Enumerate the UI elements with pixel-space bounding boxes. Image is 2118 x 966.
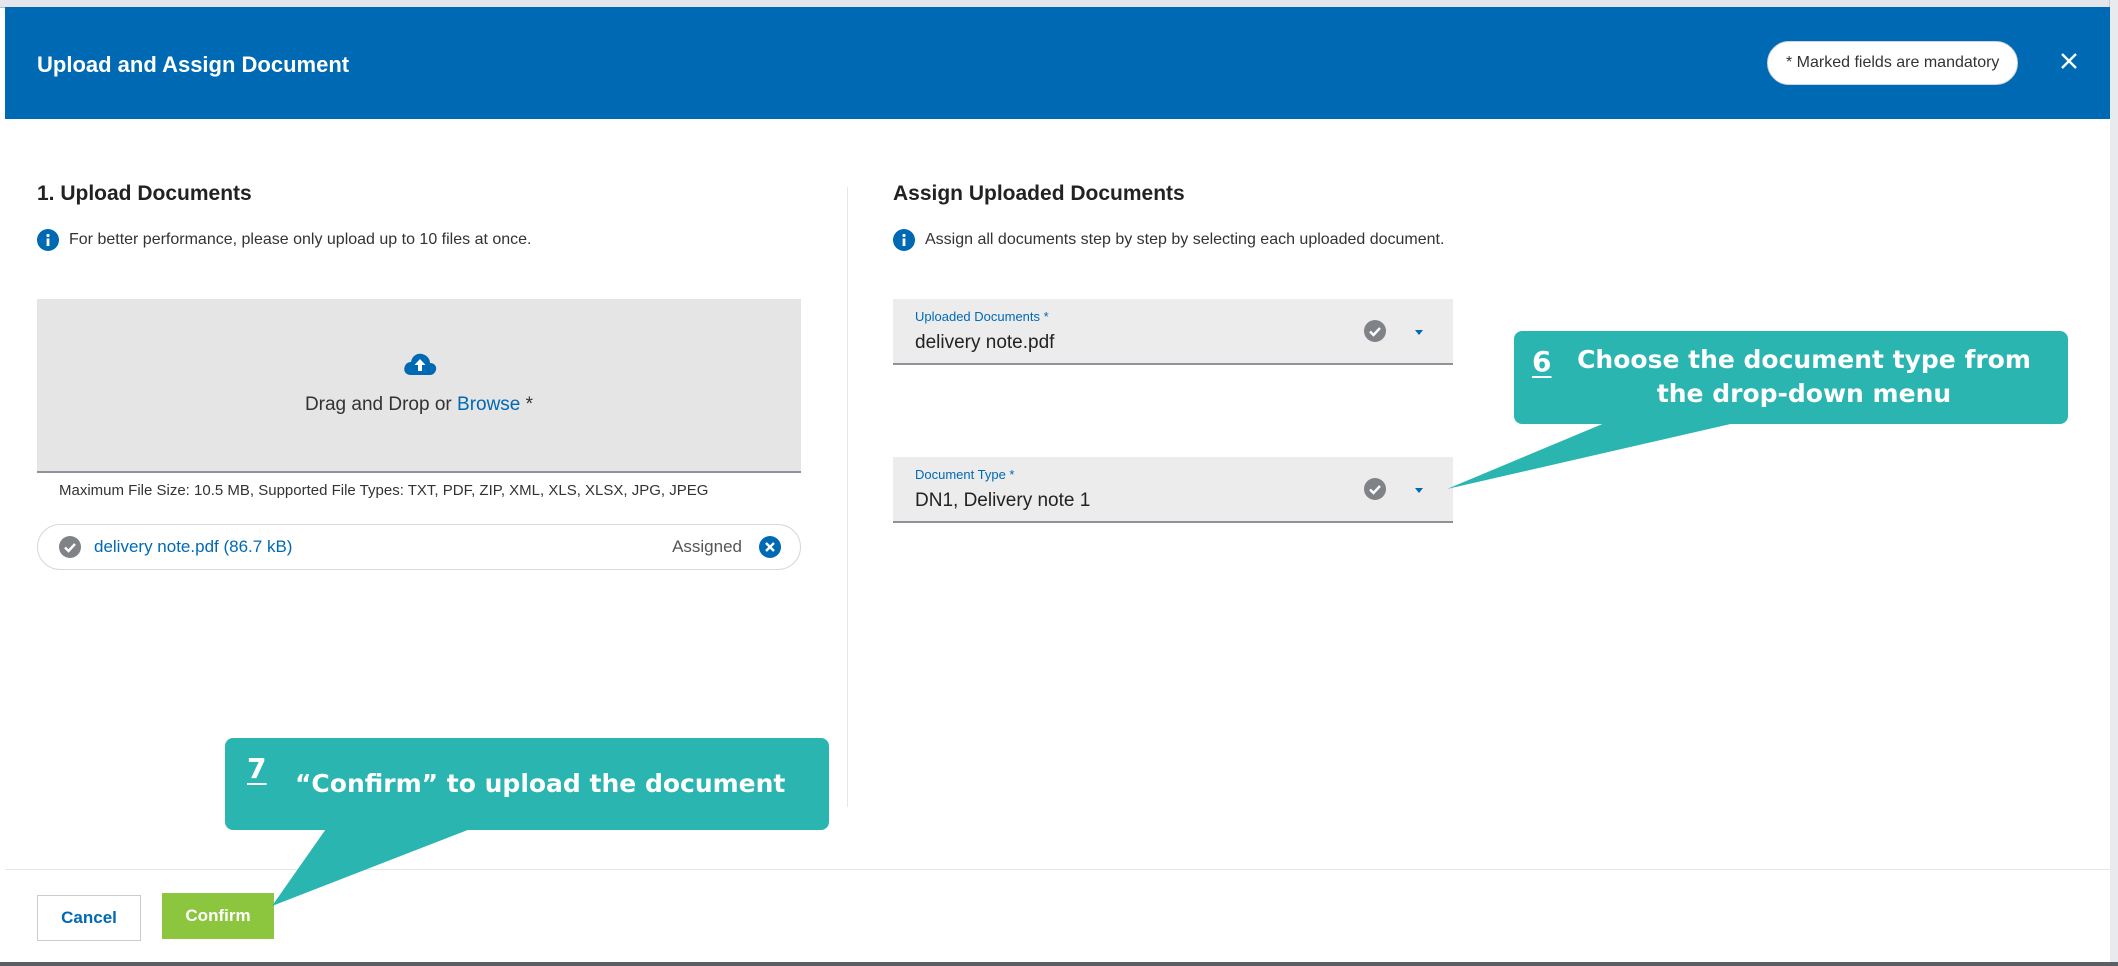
document-type-label: Document Type * xyxy=(915,467,1015,482)
upload-info: For better performance, please only uplo… xyxy=(37,229,532,251)
dialog-title: Upload and Assign Document xyxy=(37,52,350,77)
background-scrollbar xyxy=(2109,0,2118,966)
upload-heading: 1. Upload Documents xyxy=(37,182,252,205)
close-icon[interactable] xyxy=(2053,45,2085,77)
mandatory-note: * Marked fields are mandatory xyxy=(1767,41,2019,85)
uploaded-file-item[interactable]: delivery note.pdf (86.7 kB) Assigned xyxy=(37,524,801,570)
upload-info-text: For better performance, please only uplo… xyxy=(69,231,532,248)
callout-step-6-number: 6 xyxy=(1532,345,1552,378)
dropzone-required-mark: * xyxy=(520,394,534,415)
footer-divider xyxy=(5,869,2110,870)
file-size-type-hint: Maximum File Size: 10.5 MB, Supported Fi… xyxy=(59,482,709,499)
callout-step-7-text: “Confirm” to upload the document xyxy=(295,769,786,798)
document-type-select[interactable]: Document Type * DN1, Delivery note 1 xyxy=(893,457,1453,523)
confirm-button[interactable]: Confirm xyxy=(162,893,274,939)
check-circle-icon xyxy=(59,536,81,558)
check-circle-icon xyxy=(1364,320,1386,342)
dropzone-text: Drag and Drop or Browse * xyxy=(37,394,801,416)
uploaded-documents-select[interactable]: Uploaded Documents * delivery note.pdf xyxy=(893,299,1453,365)
info-icon xyxy=(37,229,59,251)
assign-heading: Assign Uploaded Documents xyxy=(893,182,1185,205)
document-type-value: DN1, Delivery note 1 xyxy=(915,490,1091,511)
info-icon xyxy=(893,229,915,251)
dropzone-prefix: Drag and Drop or xyxy=(304,394,458,415)
chevron-down-icon[interactable] xyxy=(1413,487,1425,495)
dialog-header: Upload and Assign Document * Marked fiel… xyxy=(5,7,2110,119)
remove-file-icon[interactable] xyxy=(758,535,782,559)
check-circle-icon xyxy=(1364,478,1386,500)
window-bottom-edge xyxy=(0,962,2118,966)
file-dropzone[interactable]: Drag and Drop or Browse * xyxy=(37,299,801,473)
callout-step-7-number: 7 xyxy=(247,752,267,785)
callout-step-6-text: Choose the document type from the drop-d… xyxy=(1577,345,2031,408)
cloud-upload-icon xyxy=(404,353,437,375)
uploaded-documents-label: Uploaded Documents * xyxy=(915,309,1049,324)
column-divider xyxy=(847,187,848,807)
callout-step-6: 6 Choose the document type from the drop… xyxy=(1514,331,2068,424)
uploaded-documents-value: delivery note.pdf xyxy=(915,332,1055,353)
callout-step-7: 7 “Confirm” to upload the document xyxy=(225,738,829,830)
chevron-down-icon[interactable] xyxy=(1413,329,1425,337)
cancel-button[interactable]: Cancel xyxy=(37,895,141,941)
assign-info-text: Assign all documents step by step by sel… xyxy=(925,231,1445,248)
file-status-label: Assigned xyxy=(672,537,742,556)
browse-link[interactable]: Browse xyxy=(457,394,520,415)
uploaded-file-name[interactable]: delivery note.pdf (86.7 kB) xyxy=(94,537,292,557)
assign-info: Assign all documents step by step by sel… xyxy=(893,229,1444,251)
